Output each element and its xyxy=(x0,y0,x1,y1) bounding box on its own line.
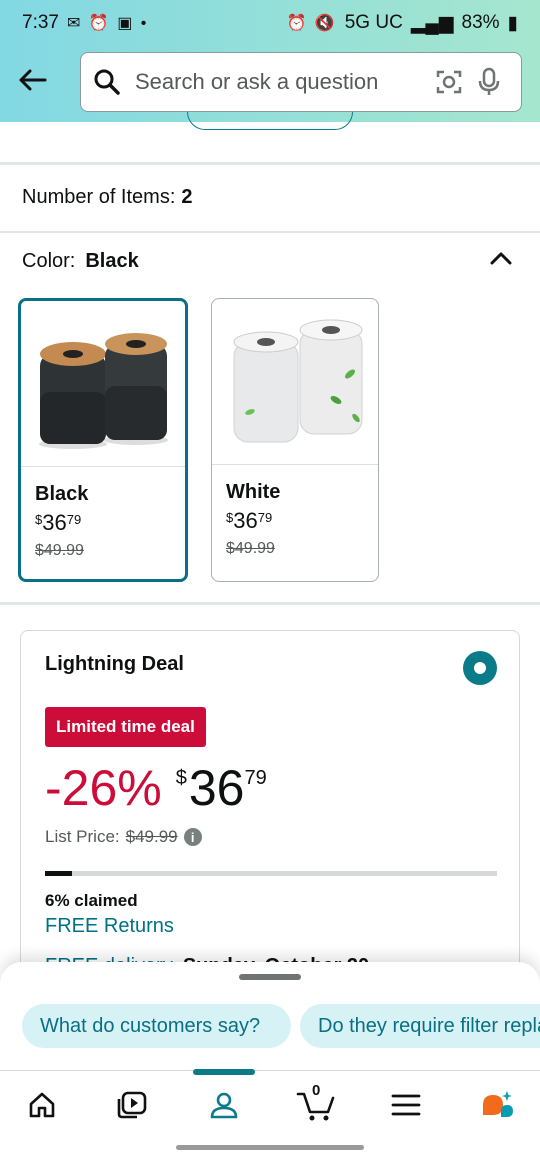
video-icon xyxy=(117,1091,147,1119)
top-header: 7:37 ✉ ⏰ ▣ • ⏰ 🔇 5G UC ▂▄▆ 83% ▮ Search … xyxy=(0,0,540,122)
cart-count: 0 xyxy=(312,1082,321,1099)
progress-fill xyxy=(45,871,73,876)
list-price-value: $49.99 xyxy=(125,827,178,846)
collapse-color-button[interactable] xyxy=(488,246,514,272)
divider xyxy=(0,231,540,233)
nav-video[interactable] xyxy=(110,1085,154,1125)
color-value: Black xyxy=(85,250,139,272)
nav-account[interactable] xyxy=(202,1085,246,1125)
deal-badge: Limited time deal xyxy=(45,707,206,747)
camera-scan-icon xyxy=(436,70,462,94)
back-button[interactable] xyxy=(14,62,50,98)
deal-price: $36 79 xyxy=(175,760,267,816)
bottom-navigation: 0 xyxy=(0,1069,540,1138)
gesture-home-bar[interactable] xyxy=(176,1145,364,1150)
battery-level: 83% xyxy=(461,12,500,33)
swatch-price: $3679 xyxy=(35,510,82,535)
swatch-price: $3679 xyxy=(226,508,273,533)
color-swatch-black[interactable]: Black $3679 $49.99 xyxy=(18,298,188,582)
status-icons: ⏰ 🔇 xyxy=(286,15,337,32)
home-icon xyxy=(29,1092,55,1118)
network-indicator: 5G UC xyxy=(344,12,403,33)
suggestion-chip[interactable]: Do they require filter replacements? xyxy=(300,1004,540,1048)
color-swatch-white[interactable]: White $3679 $49.99 xyxy=(211,298,379,582)
swatch-list-price: $49.99 xyxy=(226,540,275,557)
deal-radio-button[interactable] xyxy=(463,651,497,685)
sheet-drag-handle[interactable] xyxy=(239,974,301,980)
chevron-up-icon xyxy=(490,252,512,265)
search-input[interactable]: Search or ask a question xyxy=(135,69,429,95)
divider xyxy=(0,162,540,165)
deal-claimed-progress xyxy=(45,871,497,876)
list-price-row: List Price: $49.99 i xyxy=(45,827,202,847)
deal-title: Lightning Deal xyxy=(45,653,184,675)
color-label: Color: xyxy=(22,250,76,272)
discount-percent: -26% xyxy=(45,760,162,816)
nav-menu[interactable] xyxy=(384,1085,428,1125)
free-returns-link[interactable]: FREE Returns xyxy=(45,915,174,938)
color-row: Color: Black xyxy=(22,250,139,273)
microphone-icon xyxy=(478,67,500,95)
swatch-name: Black xyxy=(35,483,89,505)
nav-cart[interactable]: 0 xyxy=(294,1082,338,1125)
status-bar: 7:37 ✉ ⏰ ▣ • ⏰ 🔇 5G UC ▂▄▆ 83% ▮ xyxy=(0,0,540,46)
info-icon[interactable]: i xyxy=(183,828,202,846)
partial-button-outline xyxy=(187,112,353,130)
radio-selected-dot xyxy=(474,662,486,674)
air-purifier-black-image xyxy=(39,332,168,449)
status-time: 7:37 xyxy=(22,12,59,33)
claimed-text: 6% claimed xyxy=(45,891,138,910)
search-bar[interactable]: Search or ask a question xyxy=(80,52,522,112)
divider xyxy=(0,602,540,605)
list-price-label: List Price: xyxy=(45,827,120,846)
signal-icon: ▂▄▆ xyxy=(410,12,454,34)
number-of-items-row: Number of Items: 2 xyxy=(22,186,193,209)
swatch-name: White xyxy=(226,481,281,503)
air-purifier-white-image xyxy=(233,319,363,442)
rufus-icon xyxy=(483,1091,513,1117)
arrow-left-icon xyxy=(19,69,47,91)
number-of-items-value: 2 xyxy=(181,186,193,208)
swatch-list-price: $49.99 xyxy=(35,542,84,559)
search-icon xyxy=(94,69,120,95)
number-of-items-label: Number of Items: xyxy=(22,186,176,208)
account-icon xyxy=(210,1092,238,1119)
nav-home[interactable] xyxy=(20,1085,64,1125)
voice-search-button[interactable] xyxy=(469,67,509,97)
active-tab-indicator xyxy=(193,1069,255,1075)
notification-icons: ✉ ⏰ ▣ • xyxy=(66,15,149,32)
product-image-white xyxy=(212,299,378,465)
menu-icon xyxy=(391,1094,421,1116)
deal-price-row: -26% $36 79 xyxy=(45,759,267,817)
suggestion-chip[interactable]: What do customers say? xyxy=(22,1004,291,1048)
product-image-black xyxy=(21,301,185,467)
camera-search-button[interactable] xyxy=(429,68,469,96)
battery-icon: ▮ xyxy=(507,12,518,34)
nav-rufus[interactable] xyxy=(474,1085,518,1125)
